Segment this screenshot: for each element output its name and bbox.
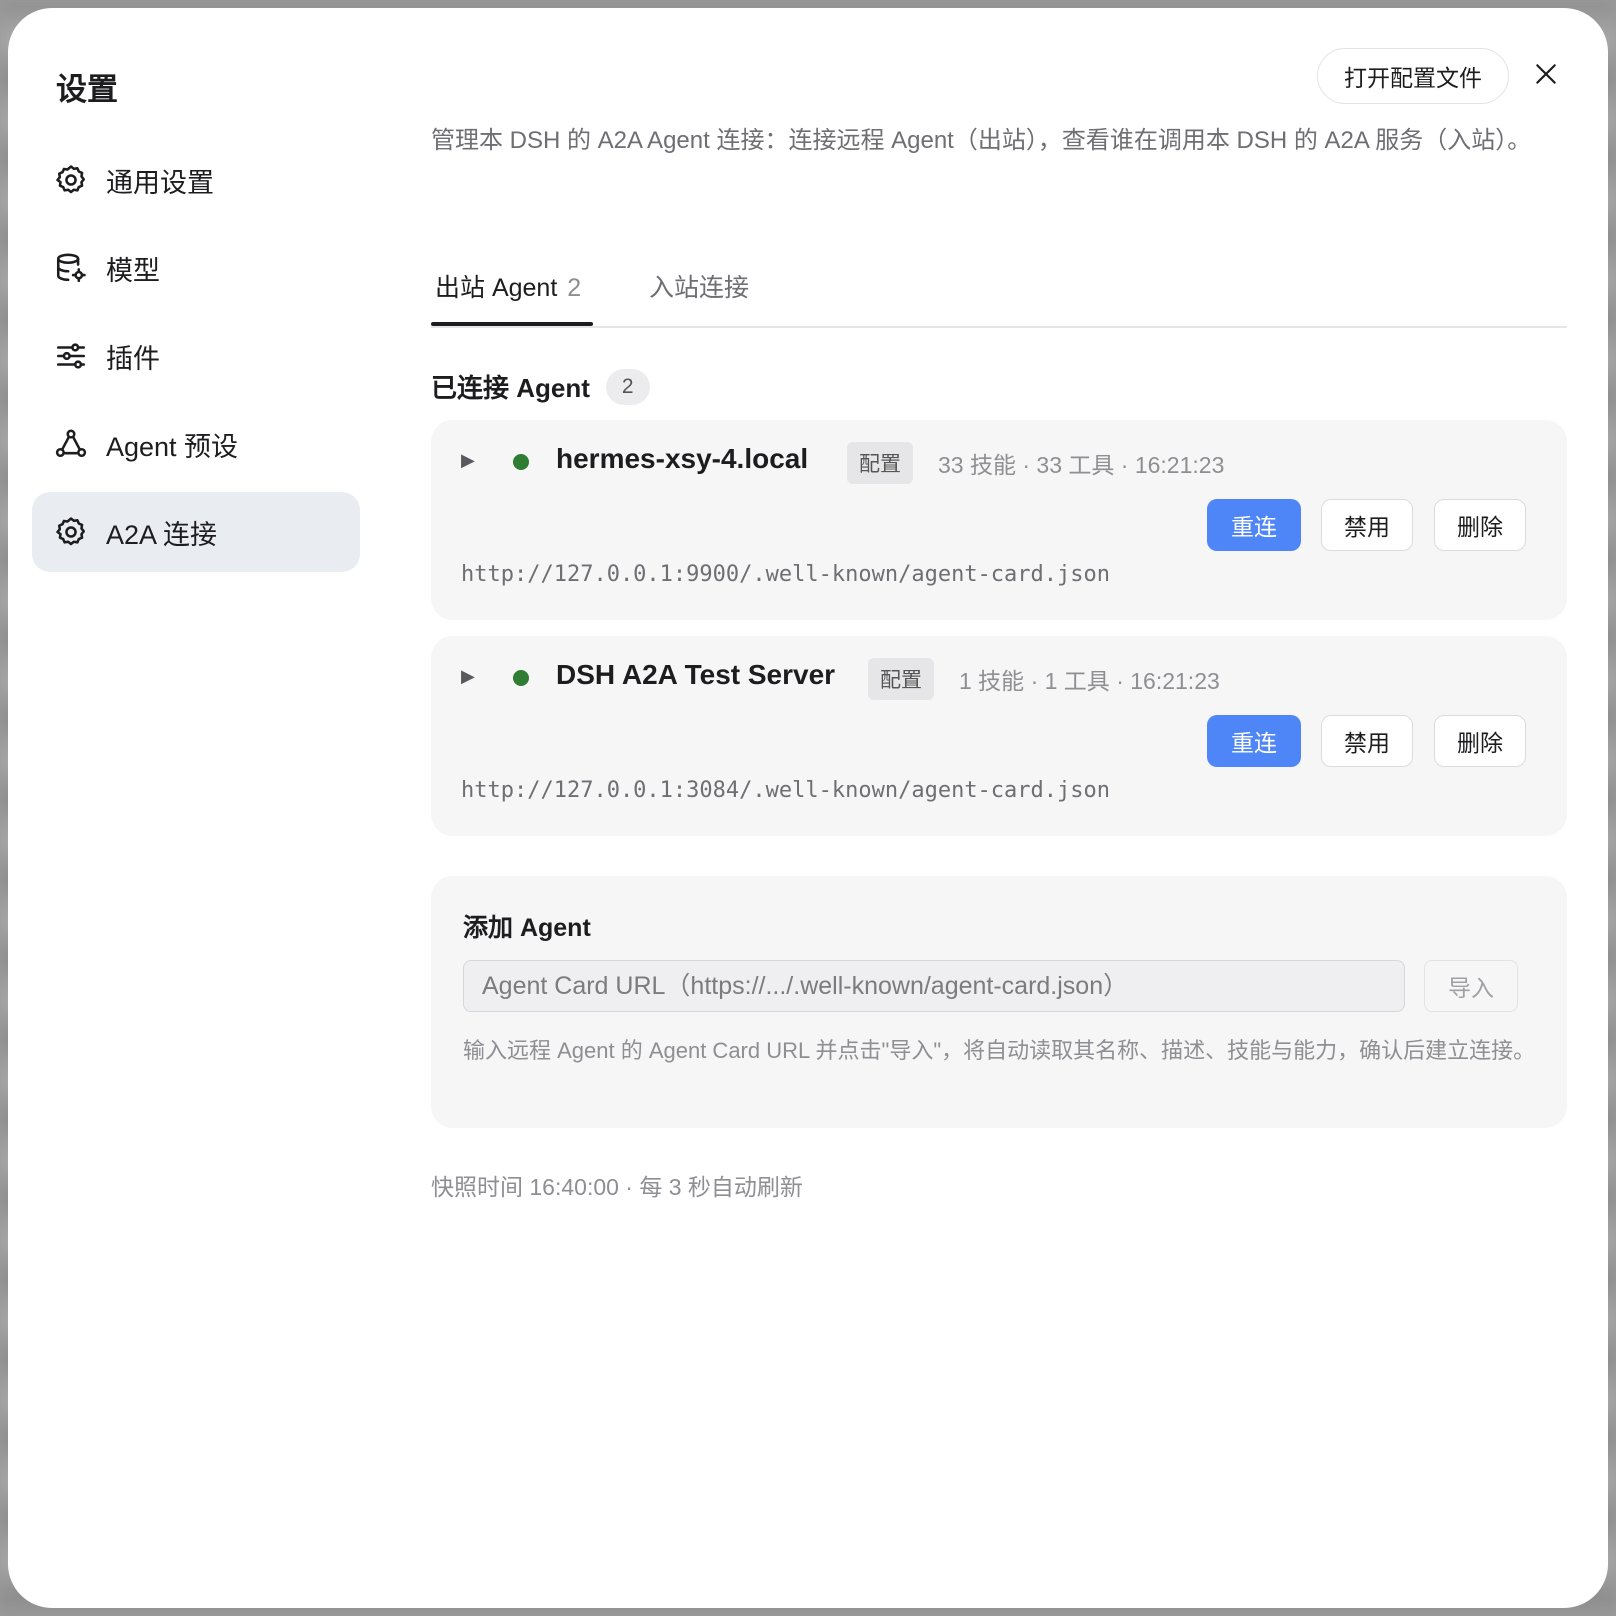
settings-sidebar: 设置 通用设置 模型 插件 Agent 预设 A2A 连接 bbox=[8, 8, 388, 1608]
source-tag: 配置 bbox=[868, 658, 934, 700]
agent-meta: 33 技能 · 33 工具 · 16:21:23 bbox=[938, 452, 1225, 478]
agent-name: DSH A2A Test Server bbox=[556, 659, 836, 690]
sidebar-item-label: Agent 预设 bbox=[106, 431, 239, 462]
agent-card: ▶ hermes-xsy-4.local 配置 33 技能 · 33 工具 · … bbox=[431, 420, 1567, 620]
sidebar-item-plugins[interactable]: 插件 bbox=[32, 316, 360, 396]
close-icon bbox=[1533, 61, 1559, 92]
sidebar-item-label: 插件 bbox=[106, 343, 160, 374]
sidebar-item-agent-presets[interactable]: Agent 预设 bbox=[32, 404, 360, 484]
add-agent-panel: 添加 Agent 导入 输入远程 Agent 的 Agent Card URL … bbox=[431, 876, 1567, 1128]
delete-button[interactable]: 删除 bbox=[1434, 715, 1526, 767]
sidebar-item-label: 通用设置 bbox=[106, 167, 214, 198]
sidebar-nav: 通用设置 模型 插件 Agent 预设 A2A 连接 bbox=[32, 140, 360, 580]
database-gear-icon bbox=[54, 251, 88, 285]
add-agent-title: 添加 Agent bbox=[463, 914, 591, 942]
active-tab-indicator bbox=[431, 322, 593, 326]
agent-card-url: http://127.0.0.1:3084/.well-known/agent-… bbox=[461, 778, 1111, 803]
sidebar-item-label: A2A 连接 bbox=[106, 519, 218, 550]
add-agent-help: 输入远程 Agent 的 Agent Card URL 并点击"导入"，将自动读… bbox=[463, 1038, 1536, 1063]
disable-button[interactable]: 禁用 bbox=[1321, 499, 1413, 551]
tab-bar: 出站 Agent 2 入站连接 bbox=[431, 258, 1567, 328]
gear-icon bbox=[54, 515, 88, 549]
status-dot bbox=[513, 670, 529, 686]
tab-outbound[interactable]: 出站 Agent 2 bbox=[435, 268, 581, 326]
expand-chevron-icon[interactable]: ▶ bbox=[461, 666, 475, 687]
section-title: 已连接 Agent bbox=[431, 373, 590, 403]
page-description: 管理本 DSH 的 A2A Agent 连接：连接远程 Agent（出站），查看… bbox=[431, 127, 1532, 154]
count-badge: 2 bbox=[605, 368, 650, 405]
sidebar-item-general[interactable]: 通用设置 bbox=[32, 140, 360, 220]
disable-button[interactable]: 禁用 bbox=[1321, 715, 1413, 767]
connected-agents-heading: 已连接 Agent 2 bbox=[431, 368, 650, 405]
reconnect-button[interactable]: 重连 bbox=[1207, 715, 1301, 767]
sidebar-item-a2a[interactable]: A2A 连接 bbox=[32, 492, 360, 572]
agent-card-url: http://127.0.0.1:9900/.well-known/agent-… bbox=[461, 562, 1111, 587]
tab-label: 入站连接 bbox=[649, 274, 750, 302]
agent-card-url-input[interactable] bbox=[463, 960, 1405, 1012]
snapshot-status: 快照时间 16:40:00 · 每 3 秒自动刷新 bbox=[431, 1174, 803, 1200]
status-dot bbox=[513, 454, 529, 470]
sidebar-item-label: 模型 bbox=[106, 255, 160, 286]
tab-count: 2 bbox=[567, 274, 582, 302]
source-tag: 配置 bbox=[847, 442, 913, 484]
agent-card: ▶ DSH A2A Test Server 配置 1 技能 · 1 工具 · 1… bbox=[431, 636, 1567, 836]
tab-label: 出站 Agent bbox=[435, 274, 558, 302]
tab-inbound[interactable]: 入站连接 bbox=[649, 268, 749, 326]
settings-dialog: 设置 通用设置 模型 插件 Agent 预设 A2A 连接 打开配置文件 管理本… bbox=[8, 8, 1608, 1608]
expand-chevron-icon[interactable]: ▶ bbox=[461, 450, 475, 471]
sidebar-item-models[interactable]: 模型 bbox=[32, 228, 360, 308]
gear-icon bbox=[54, 163, 88, 197]
dialog-title: 设置 bbox=[56, 72, 118, 107]
agent-network-icon bbox=[54, 427, 88, 461]
reconnect-button[interactable]: 重连 bbox=[1207, 499, 1301, 551]
close-button[interactable] bbox=[1526, 56, 1566, 96]
agent-meta: 1 技能 · 1 工具 · 16:21:23 bbox=[959, 668, 1220, 694]
agent-name: hermes-xsy-4.local bbox=[556, 443, 809, 474]
open-config-button[interactable]: 打开配置文件 bbox=[1317, 48, 1509, 104]
import-button[interactable]: 导入 bbox=[1424, 960, 1518, 1012]
delete-button[interactable]: 删除 bbox=[1434, 499, 1526, 551]
sliders-icon bbox=[54, 339, 88, 373]
